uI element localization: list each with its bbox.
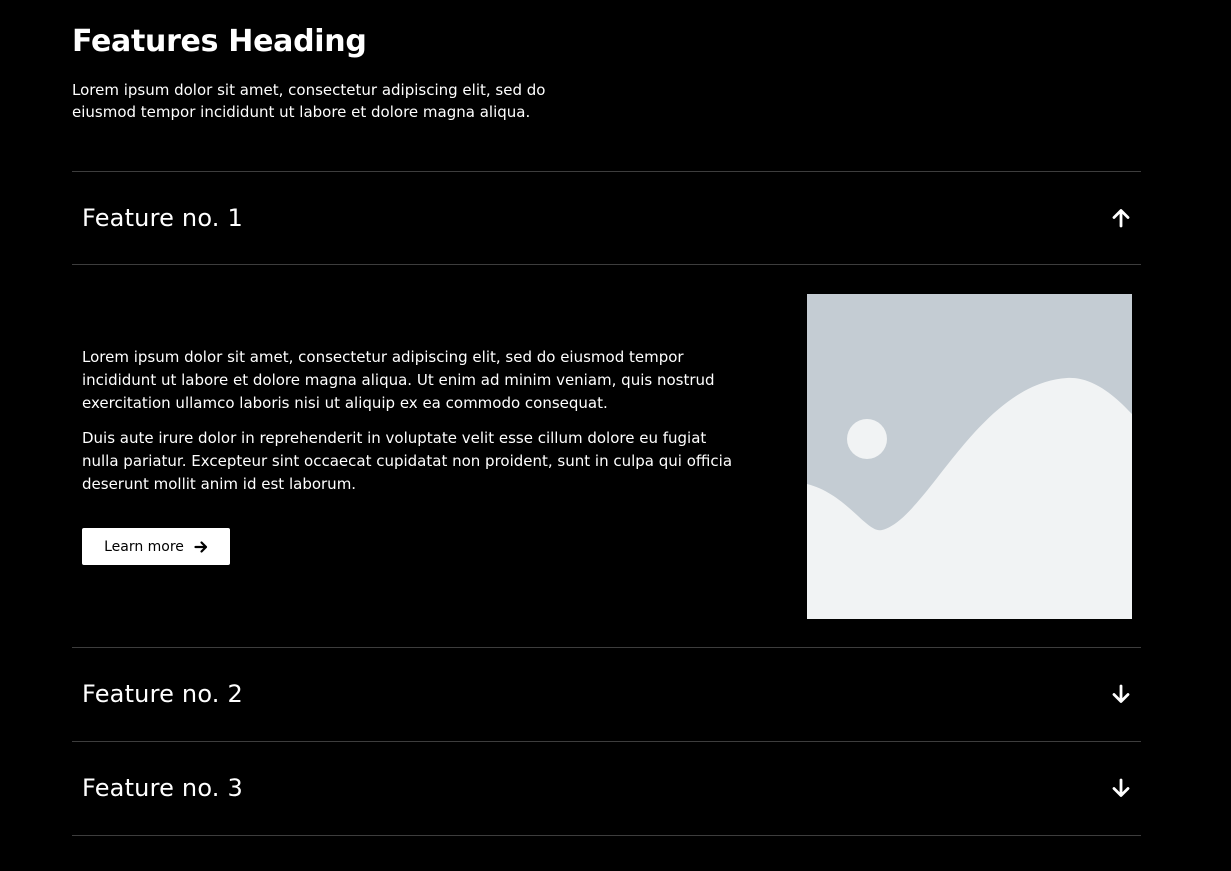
image-placeholder-icon [807, 294, 1132, 619]
accordion-header-feature-1[interactable]: Feature no. 1 [72, 172, 1141, 264]
feature-paragraph: Duis aute irure dolor in reprehenderit i… [82, 429, 733, 493]
page-title: Features Heading [72, 24, 367, 59]
intro-text: Lorem ipsum dolor sit amet, consectetur … [72, 81, 546, 121]
accordion-header-feature-3[interactable]: Feature no. 3 [72, 742, 1141, 834]
feature-paragraph: Lorem ipsum dolor sit amet, consectetur … [82, 348, 715, 412]
accordion-title: Feature no. 2 [82, 680, 243, 708]
divider [72, 264, 1141, 265]
arrow-down-icon[interactable] [1109, 776, 1133, 800]
divider [72, 835, 1141, 836]
learn-more-button[interactable]: Learn more [82, 528, 230, 565]
accordion-title: Feature no. 1 [82, 204, 243, 232]
arrow-right-icon [194, 540, 208, 554]
features-section: Features Heading Lorem ipsum dolor sit a… [0, 0, 1231, 871]
accordion-header-feature-2[interactable]: Feature no. 2 [72, 648, 1141, 740]
arrow-up-icon[interactable] [1109, 206, 1133, 230]
arrow-down-icon[interactable] [1109, 682, 1133, 706]
accordion-title: Feature no. 3 [82, 774, 243, 802]
learn-more-label: Learn more [104, 538, 184, 555]
